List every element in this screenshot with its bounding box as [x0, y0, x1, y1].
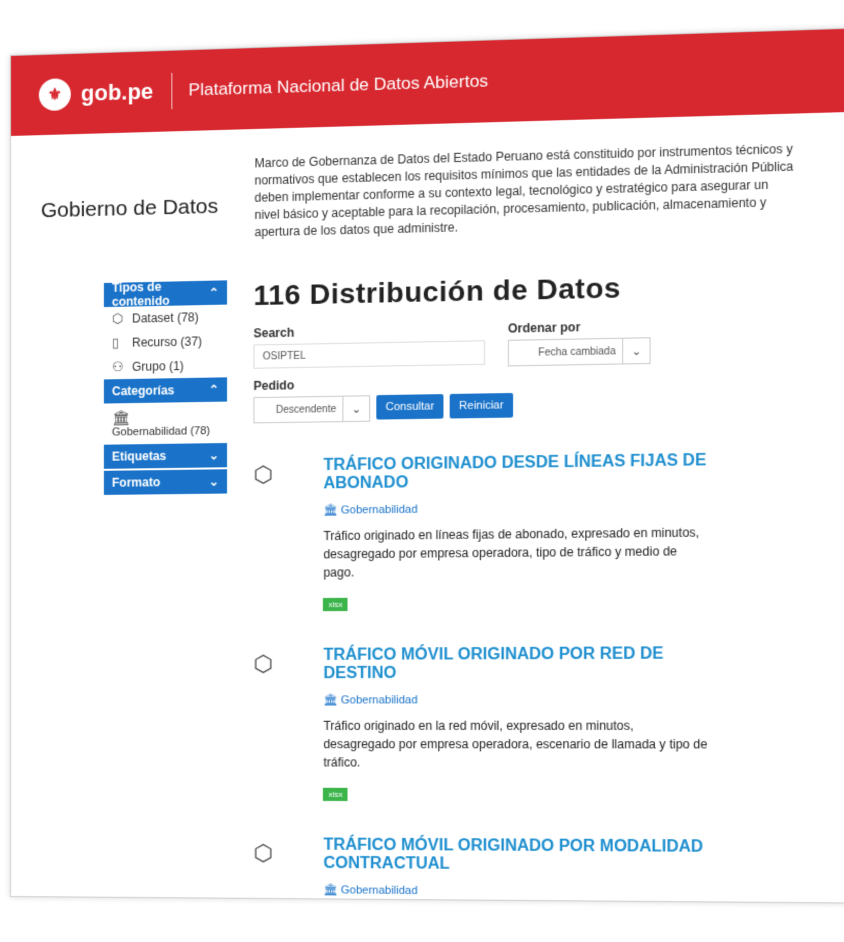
filter-item-label: Dataset (78)	[132, 310, 199, 326]
cube-icon: ⬡	[253, 461, 274, 488]
filter-item-label: Recurso (37)	[132, 334, 203, 350]
filter-item-label: Grupo (1)	[132, 358, 184, 374]
result-item: ⬡ TRÁFICO MÓVIL ORIGINADO POR RED DE DES…	[253, 645, 711, 803]
sort-select-value: Fecha cambiada	[507, 337, 624, 367]
result-category[interactable]: 🏛 Gobernabilidad	[323, 499, 711, 517]
result-category[interactable]: 🏛 Gobernabilidad	[323, 883, 711, 899]
filter-sidebar: Tipos de contenido ⌃ ⬡ Dataset (78) ▯ Re…	[103, 279, 228, 903]
result-body: TRÁFICO ORIGINADO DESDE LÍNEAS FIJAS DE …	[323, 452, 711, 612]
chevron-down-icon: ⌄	[208, 474, 219, 489]
cube-icon: ⬡	[253, 650, 274, 677]
page-title: Gobierno de Datos	[40, 194, 219, 223]
filter-item-grupo[interactable]: ⚇ Grupo (1)	[104, 353, 227, 379]
filter-item-label: Gobernabilidad (78)	[111, 425, 211, 439]
sort-label: Ordenar por	[507, 319, 581, 336]
format-badge[interactable]: xlsx	[323, 787, 348, 802]
result-title[interactable]: TRÁFICO MÓVIL ORIGINADO POR MODALIDAD CO…	[323, 836, 711, 875]
content-area: Tipos de contenido ⌃ ⬡ Dataset (78) ▯ Re…	[11, 227, 844, 904]
reset-button[interactable]: Reiniciar	[449, 392, 513, 419]
chevron-down-icon: ⌄	[623, 337, 651, 365]
cube-icon: ⬡	[253, 840, 274, 866]
search-group: Search OSIPTEL	[253, 322, 485, 371]
filter-content-types-header[interactable]: Tipos de contenido ⌃	[103, 279, 228, 309]
result-description: Tráfico originado en líneas fijas de abo…	[323, 525, 700, 580]
filter-item-recurso[interactable]: ▯ Recurso (37)	[104, 329, 227, 355]
filter-categories-label: Categorías	[111, 383, 175, 399]
chevron-down-icon: ⌄	[208, 448, 219, 463]
results-heading: 116 Distribución de Datos	[253, 271, 621, 312]
filter-categories-header[interactable]: Categorías ⌃	[103, 377, 228, 404]
result-category-label: Gobernabilidad	[340, 884, 418, 898]
search-input[interactable]: OSIPTEL	[253, 340, 485, 369]
intro-text: Marco de Gobernanza de Datos del Estado …	[254, 141, 794, 240]
result-item: ⬡ TRÁFICO ORIGINADO DESDE LÍNEAS FIJAS D…	[253, 452, 711, 613]
filter-tags-label: Etiquetas	[111, 448, 167, 464]
sort-select[interactable]: Fecha cambiada ⌄	[507, 337, 651, 367]
cube-icon: ⬡	[111, 310, 124, 327]
platform-title[interactable]: Plataforma Nacional de Datos Abiertos	[189, 71, 489, 100]
file-icon: ▯	[111, 334, 120, 351]
result-category-label: Gobernabilidad	[340, 503, 418, 517]
result-item: ⬡ TRÁFICO MÓVIL ORIGINADO POR MODALIDAD …	[253, 836, 711, 904]
filter-format-header[interactable]: Formato ⌄	[103, 469, 228, 495]
search-row: Search OSIPTEL Ordenar por Fecha cambiad…	[253, 317, 711, 370]
order-row: Descendente ⌄ Consultar Reiniciar	[253, 390, 711, 424]
peru-coat-of-arms-icon[interactable]: ⚜	[38, 78, 71, 112]
chevron-up-icon: ⌃	[208, 382, 219, 397]
order-select-value: Descendente	[253, 395, 344, 424]
result-category[interactable]: 🏛 Gobernabilidad	[323, 693, 711, 707]
order-group: Pedido Descendente ⌄ Consultar Reiniciar	[253, 371, 711, 424]
filter-item-gobernabilidad[interactable]: 🏛 Gobernabilidad (78)	[104, 402, 227, 445]
search-label: Search	[253, 325, 295, 341]
format-badge[interactable]: xlsx	[323, 597, 348, 612]
institution-icon: 🏛	[111, 409, 130, 426]
results-main: 116 Distribución de Datos Search OSIPTEL…	[253, 270, 711, 904]
result-body: TRÁFICO MÓVIL ORIGINADO POR MODALIDAD CO…	[323, 836, 711, 903]
order-select[interactable]: Descendente ⌄	[253, 395, 371, 424]
chevron-down-icon: ⌄	[343, 395, 371, 423]
filter-content-types-label: Tipos de contenido	[111, 279, 170, 309]
result-body: TRÁFICO MÓVIL ORIGINADO POR RED DE DESTI…	[323, 645, 711, 803]
intro-section: Gobierno de Datos Marco de Gobernanza de…	[11, 111, 844, 247]
filter-tags-header[interactable]: Etiquetas ⌄	[103, 443, 228, 469]
result-title[interactable]: TRÁFICO MÓVIL ORIGINADO POR RED DE DESTI…	[323, 645, 711, 683]
filter-format-label: Formato	[111, 475, 161, 490]
page: ⚜ gob.pe Plataforma Nacional de Datos Ab…	[10, 0, 844, 942]
result-category-label: Gobernabilidad	[340, 694, 418, 707]
sort-group: Ordenar por Fecha cambiada ⌄	[507, 319, 651, 367]
chevron-up-icon: ⌃	[208, 285, 219, 300]
order-label: Pedido	[253, 378, 295, 394]
brand-name[interactable]: gob.pe	[81, 79, 153, 107]
submit-button[interactable]: Consultar	[376, 394, 444, 420]
result-description: Tráfico originado en la red móvil, expre…	[323, 718, 708, 770]
result-title[interactable]: TRÁFICO ORIGINADO DESDE LÍNEAS FIJAS DE …	[323, 452, 711, 494]
group-icon: ⚇	[111, 358, 124, 375]
browser-page: ⚜ gob.pe Plataforma Nacional de Datos Ab…	[10, 26, 844, 904]
header-divider	[171, 72, 173, 110]
